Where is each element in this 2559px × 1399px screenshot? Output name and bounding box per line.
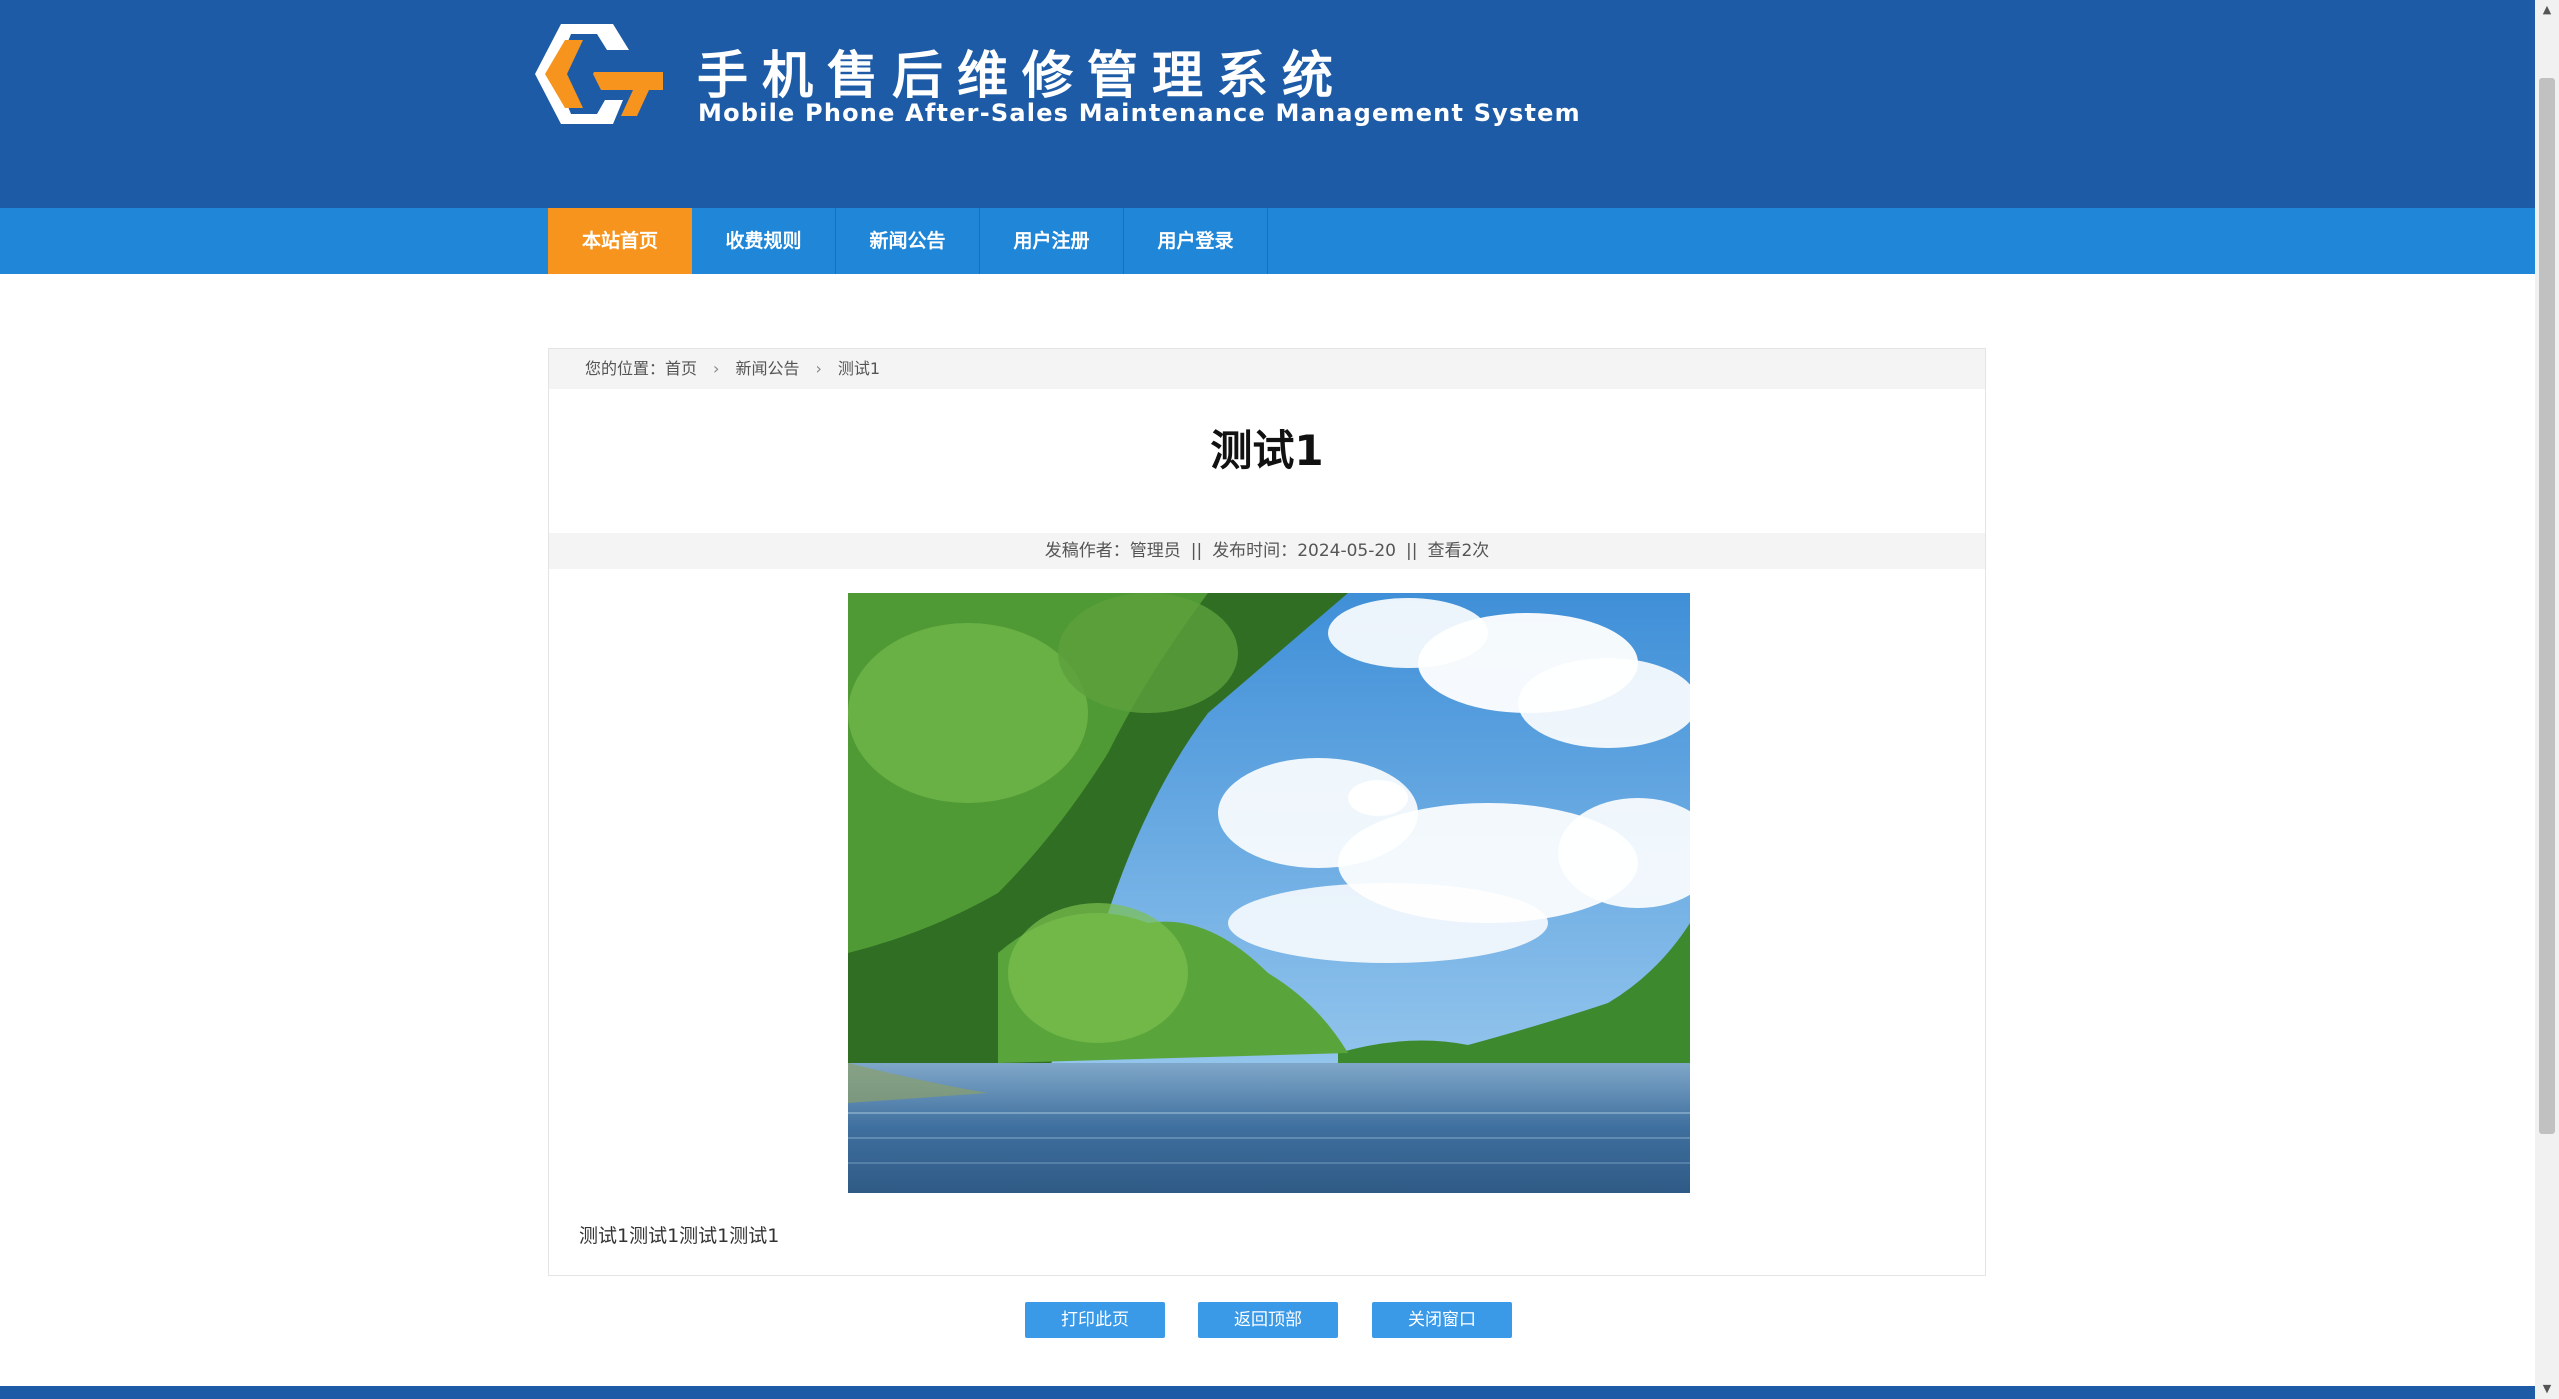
article-image xyxy=(848,593,1690,1193)
footer-bar xyxy=(0,1386,2535,1399)
scroll-up-arrow-icon[interactable]: ▲ xyxy=(2535,0,2559,20)
view-count: 查看2次 xyxy=(1427,541,1490,561)
chevron-right-icon: › xyxy=(815,359,822,378)
scrollbar-thumb[interactable] xyxy=(2539,78,2555,1134)
breadcrumb-prefix: 您的位置： xyxy=(585,359,666,378)
site-title-en: Mobile Phone After-Sales Maintenance Man… xyxy=(698,99,1581,127)
close-window-button[interactable]: 关闭窗口 xyxy=(1372,1302,1512,1338)
nav-item-home[interactable]: 本站首页 xyxy=(548,208,692,274)
breadcrumb: 您的位置：首页 › 新闻公告 › 测试1 xyxy=(549,349,1985,389)
nav-item-fee-rules[interactable]: 收费规则 xyxy=(692,208,836,274)
vertical-scrollbar[interactable]: ▲ ▼ xyxy=(2535,0,2559,1399)
print-page-button[interactable]: 打印此页 xyxy=(1025,1302,1165,1338)
hexagon-g-logo-icon xyxy=(525,20,667,128)
article-meta: 发稿作者：管理员 || 发布时间：2024-05-20 || 查看2次 xyxy=(549,533,1985,569)
nav-item-news[interactable]: 新闻公告 xyxy=(836,208,980,274)
author-label: 发稿作者： xyxy=(1044,541,1130,561)
breadcrumb-current: 测试1 xyxy=(837,359,881,378)
meta-divider: || xyxy=(1190,541,1203,561)
back-to-top-button[interactable]: 返回顶部 xyxy=(1198,1302,1338,1338)
article-body: 测试1测试1测试1测试1 xyxy=(579,1225,780,1247)
site-header: 手机售后维修管理系统 Mobile Phone After-Sales Main… xyxy=(0,0,2535,208)
action-buttons: 打印此页 返回顶部 关闭窗口 xyxy=(0,1302,2535,1340)
scroll-down-arrow-icon[interactable]: ▼ xyxy=(2535,1379,2559,1399)
site-title-cn: 手机售后维修管理系统 xyxy=(697,47,1348,106)
nav-item-register[interactable]: 用户注册 xyxy=(980,208,1124,274)
nav-item-login[interactable]: 用户登录 xyxy=(1124,208,1268,274)
article-container: 您的位置：首页 › 新闻公告 › 测试1 测试1 发稿作者：管理员 || 发布时间：2024… xyxy=(548,348,1986,1276)
date-label: 发布时间： xyxy=(1212,541,1298,561)
main-nav: 本站首页 收费规则 新闻公告 用户注册 用户登录 xyxy=(0,208,2535,274)
date-value: 2024-05-20 xyxy=(1297,541,1396,561)
breadcrumb-news-link[interactable]: 新闻公告 xyxy=(735,359,799,378)
chevron-right-icon: › xyxy=(713,359,720,378)
author-value: 管理员 xyxy=(1129,541,1181,561)
breadcrumb-home-link[interactable]: 首页 xyxy=(665,359,697,378)
article-title: 测试1 xyxy=(1210,426,1324,475)
meta-divider: || xyxy=(1405,541,1418,561)
